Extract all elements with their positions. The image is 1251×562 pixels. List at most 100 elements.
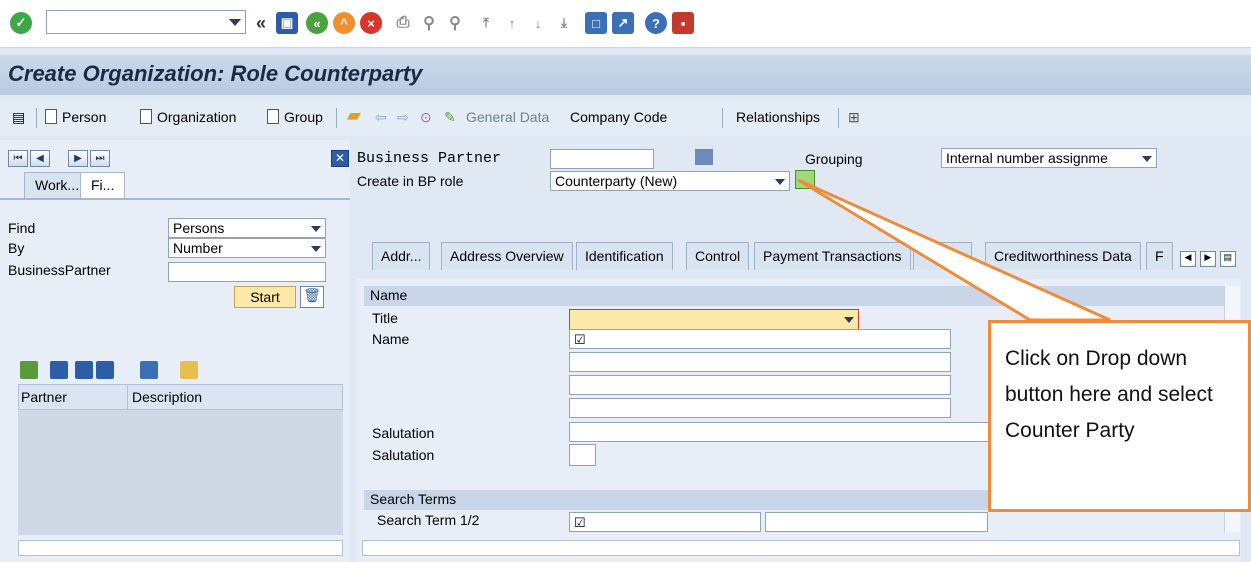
- business-partner-input[interactable]: [550, 149, 654, 169]
- cancel-icon[interactable]: ×: [360, 12, 382, 34]
- chevron-down-icon[interactable]: [311, 246, 321, 252]
- new-session-icon[interactable]: □: [585, 12, 607, 34]
- horizontal-scrollbar[interactable]: [18, 540, 343, 556]
- by-select[interactable]: Number: [168, 238, 326, 258]
- title-bar: Create Organization: Role Counterparty: [0, 55, 1251, 95]
- first-icon[interactable]: ⏮: [8, 150, 28, 167]
- separator: [838, 108, 839, 128]
- next-icon[interactable]: ▶: [68, 150, 88, 167]
- bp-input[interactable]: [168, 262, 326, 282]
- organization-button[interactable]: Organization: [140, 109, 236, 125]
- form-horizontal-scrollbar[interactable]: [362, 540, 1240, 556]
- document-icon: [45, 109, 57, 124]
- document-icon: [140, 109, 152, 124]
- search-icon[interactable]: [20, 361, 38, 379]
- search-term-label: Search Term 1/2: [377, 512, 480, 528]
- grouping-select[interactable]: Internal number assignme: [941, 148, 1157, 168]
- layout-icon[interactable]: [140, 361, 158, 379]
- company-code-button[interactable]: Company Code: [570, 109, 667, 125]
- find-label: Find: [8, 220, 36, 236]
- building-icon: [695, 149, 713, 165]
- system-toolbar: ✓ « ▣ « ^ × ⎙ ⚲ ⚲ ⤒ ↑ ↓ ⤓ □ ↗ ? ▪: [0, 0, 1251, 48]
- trash-icon[interactable]: 🗑: [300, 286, 324, 308]
- name-input-3[interactable]: [569, 375, 951, 395]
- shortcut-icon[interactable]: ↗: [612, 12, 634, 34]
- partner-column[interactable]: Partner: [21, 389, 67, 405]
- tab-scroll-controls[interactable]: ◀ ▶ ▤: [1180, 247, 1238, 267]
- back-icon[interactable]: «: [306, 12, 328, 34]
- back-nav-icon[interactable]: «: [250, 12, 272, 34]
- callout-pointer-shape: [797, 178, 1111, 322]
- description-column[interactable]: Description: [132, 389, 202, 405]
- find-select[interactable]: Persons: [168, 218, 326, 238]
- application-toolbar: ▤ Person Organization Group ▰ ⇦ ⇨ ⊙ ✎ Ge…: [0, 100, 1251, 136]
- details-icon[interactable]: ⊞: [848, 109, 860, 126]
- tab-address-overview[interactable]: Address Overview: [441, 242, 573, 270]
- check-icon[interactable]: ✓: [10, 12, 32, 34]
- group-label: Group: [284, 109, 323, 125]
- grouping-value: Internal number assignme: [946, 150, 1108, 166]
- chevron-down-icon[interactable]: [311, 226, 321, 232]
- name-input-4[interactable]: [569, 398, 951, 418]
- salutation-input-1[interactable]: [569, 422, 989, 442]
- bp-role-value: Counterparty (New): [555, 173, 678, 189]
- tab-more[interactable]: F: [1146, 242, 1173, 270]
- tab-find[interactable]: Fi...: [80, 172, 126, 198]
- worklist-toggle-icon[interactable]: ▤: [12, 109, 25, 126]
- layout-icon[interactable]: ▪: [672, 12, 694, 34]
- separator: [336, 108, 337, 128]
- relationships-button[interactable]: Relationships: [736, 109, 820, 125]
- chevron-down-icon[interactable]: [229, 19, 241, 26]
- prev-page-icon[interactable]: ↑: [501, 12, 523, 34]
- print-icon[interactable]: ⎙: [392, 12, 414, 34]
- person-button[interactable]: Person: [45, 109, 106, 125]
- general-data-button[interactable]: General Data: [466, 109, 549, 125]
- salutation-label-1: Salutation: [372, 425, 435, 441]
- chevron-down-icon[interactable]: [1142, 156, 1152, 162]
- exit-icon[interactable]: ^: [333, 12, 355, 34]
- person-label: Person: [62, 109, 107, 125]
- arrow-right-icon[interactable]: ⇨: [397, 109, 409, 126]
- last-icon[interactable]: ⏭: [90, 150, 110, 167]
- tab-control[interactable]: Control: [686, 242, 750, 270]
- start-button[interactable]: Start: [234, 286, 296, 308]
- salutation-input-2[interactable]: [569, 444, 596, 466]
- search-term-1-input[interactable]: ☑: [569, 512, 761, 532]
- bp-role-select[interactable]: Counterparty (New): [550, 171, 790, 191]
- arrow-left-icon[interactable]: ⇦: [375, 109, 387, 126]
- open-folder-icon[interactable]: ▰: [347, 105, 361, 126]
- close-worklist-icon[interactable]: ✕: [331, 150, 349, 167]
- group-button[interactable]: Group: [267, 109, 323, 125]
- chevron-left-icon[interactable]: ◀: [1180, 251, 1196, 267]
- name-label: Name: [372, 331, 410, 347]
- next-page-icon[interactable]: ↓: [527, 12, 549, 34]
- find-next-icon[interactable]: ⚲: [444, 12, 466, 34]
- name-input-2[interactable]: [569, 352, 951, 372]
- find-icon[interactable]: ⚲: [418, 12, 440, 34]
- glasses-icon[interactable]: ⊙: [420, 109, 432, 126]
- bp-role-label: Create in BP role: [357, 173, 464, 189]
- filter-icon[interactable]: [96, 361, 114, 379]
- tab-list-icon[interactable]: ▤: [1219, 251, 1236, 267]
- grouping-label: Grouping: [805, 151, 863, 167]
- favorites-icon[interactable]: [180, 361, 198, 379]
- separator: [36, 108, 37, 128]
- callout-box: Click on Drop down button here and selec…: [988, 320, 1251, 512]
- last-page-icon[interactable]: ⤓: [553, 12, 575, 34]
- first-page-icon[interactable]: ⤒: [475, 12, 497, 34]
- find-next-icon[interactable]: [75, 361, 93, 379]
- change-icon[interactable]: ✎: [444, 109, 456, 126]
- tab-address[interactable]: Addr...: [372, 242, 431, 270]
- checkbox-icon: ☑: [574, 332, 586, 347]
- find-icon[interactable]: [50, 361, 68, 379]
- save-icon[interactable]: ▣: [276, 12, 298, 34]
- prev-icon[interactable]: ◀: [30, 150, 50, 167]
- help-icon[interactable]: ?: [645, 12, 667, 34]
- find-value: Persons: [173, 220, 225, 236]
- business-partner-label: Business Partner: [357, 150, 502, 167]
- chevron-right-icon[interactable]: ▶: [1199, 251, 1216, 267]
- tab-identification[interactable]: Identification: [576, 242, 673, 270]
- command-field[interactable]: [46, 10, 246, 34]
- results-grid-header: Partner Description: [18, 384, 343, 410]
- search-term-2-input[interactable]: [765, 512, 988, 532]
